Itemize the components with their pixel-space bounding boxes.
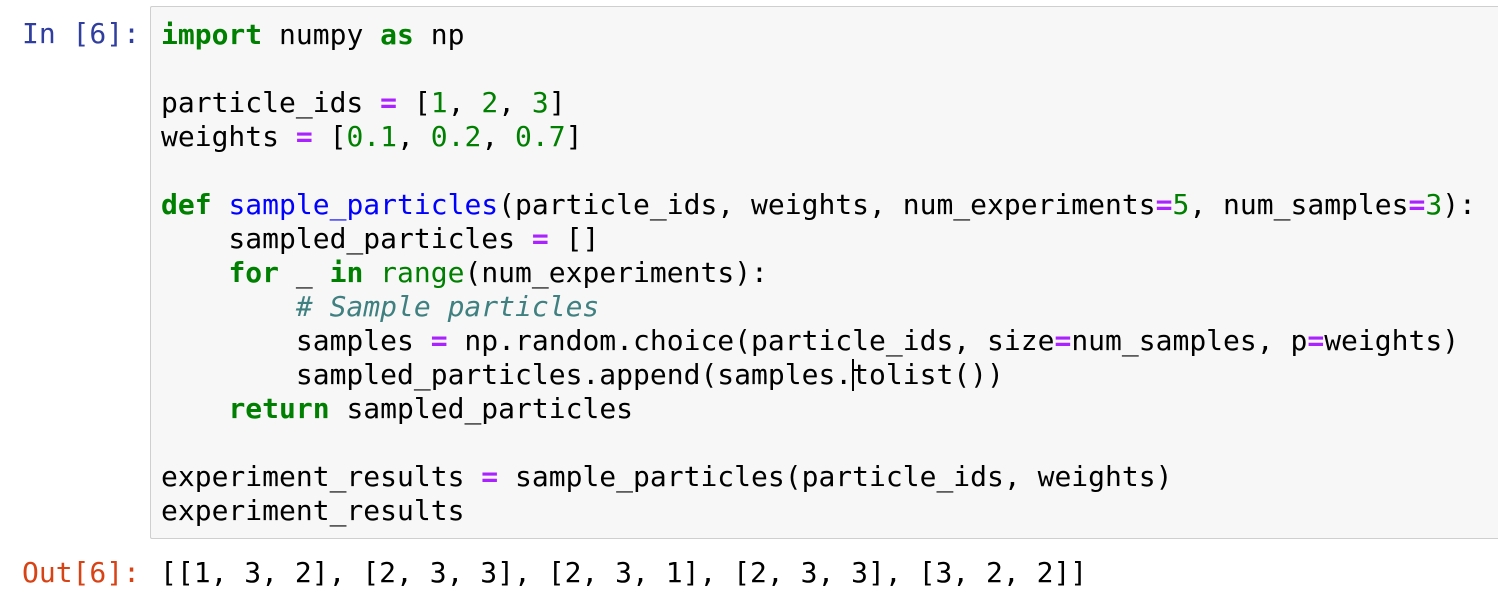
code-line: # Sample particles xyxy=(161,290,1476,324)
input-prompt: In [6]: xyxy=(21,17,140,50)
code-token: ] xyxy=(565,120,583,153)
operator-token: = xyxy=(1054,324,1072,357)
code-token: num_samples, p xyxy=(1071,324,1308,357)
code-token: np.random.choice(particle_ids, size xyxy=(447,324,1055,357)
operator-token: = xyxy=(1408,188,1426,221)
code-line: def sample_particles(particle_ids, weigh… xyxy=(161,188,1476,222)
code-line: import numpy as np xyxy=(161,18,1476,52)
operator-token: = xyxy=(430,324,448,357)
number-token: 0.1 xyxy=(346,120,398,153)
code-token: [ xyxy=(312,120,347,153)
keyword-token: return xyxy=(228,392,330,425)
code-line: for _ in range(num_experiments): xyxy=(161,256,1476,290)
number-token: 3 xyxy=(531,86,549,119)
code-line: sampled_particles.append(samples.tolist(… xyxy=(161,358,1476,392)
code-token: sampled_particles.append(samples. xyxy=(161,358,853,391)
number-token: 3 xyxy=(1425,188,1443,221)
code-token: [ xyxy=(397,86,431,119)
code-token: experiment_results xyxy=(161,494,465,527)
operator-token: = xyxy=(295,120,313,153)
code-line: weights = [0.1, 0.2, 0.7] xyxy=(161,120,1476,154)
number-token: 0.7 xyxy=(515,120,566,153)
output-text: [[1, 3, 2], [2, 3, 3], [2, 3, 1], [2, 3,… xyxy=(160,556,1088,589)
notebook-code-cell: In [6]: import numpy as np particle_ids =… xyxy=(0,0,1498,610)
code-token: numpy xyxy=(262,18,381,51)
number-token: 0.2 xyxy=(430,120,482,153)
code-token: weights) xyxy=(1324,324,1460,357)
number-token: 2 xyxy=(481,86,499,119)
code-token: sampled_particles xyxy=(329,392,634,425)
code-token: np xyxy=(413,18,465,51)
code-token: samples xyxy=(161,324,431,357)
code-line: particle_ids = [1, 2, 3] xyxy=(161,86,1476,120)
code-line: sampled_particles = [] xyxy=(161,222,1476,256)
code-text[interactable]: import numpy as np particle_ids = [1, 2, … xyxy=(161,18,1476,528)
operator-token: = xyxy=(531,222,549,255)
code-line: experiment_results = sample_particles(pa… xyxy=(161,460,1476,494)
keyword-token: import xyxy=(161,18,263,51)
code-editor[interactable]: import numpy as np particle_ids = [1, 2, … xyxy=(150,6,1498,539)
output-prompt: Out[6]: xyxy=(21,556,140,589)
operator-token: = xyxy=(481,460,499,493)
code-token: _ xyxy=(279,256,330,289)
code-token: tolist()) xyxy=(852,358,1004,391)
builtin-token: range xyxy=(380,256,465,289)
code-line: experiment_results xyxy=(161,494,1476,528)
code-token: sampled_particles xyxy=(161,222,532,255)
keyword-token: as xyxy=(380,18,414,51)
number-token: 5 xyxy=(1172,188,1190,221)
code-token: (particle_ids, weights, num_experiments xyxy=(498,188,1156,221)
code-token: ] xyxy=(548,86,566,119)
operator-token: = xyxy=(1155,188,1173,221)
code-token: , num_samples xyxy=(1189,188,1409,221)
code-token: ): xyxy=(1442,188,1476,221)
number-token: 1 xyxy=(430,86,448,119)
code-token: , xyxy=(481,120,516,153)
operator-token: = xyxy=(1307,324,1325,357)
code-token: particle_ids xyxy=(161,86,381,119)
comment-token: # Sample particles xyxy=(295,290,600,323)
code-token: [] xyxy=(548,222,600,255)
code-token: , xyxy=(447,86,482,119)
function-name-token: sample_particles xyxy=(228,188,499,221)
code-token: , xyxy=(498,86,532,119)
code-token: weights xyxy=(161,120,296,153)
code-token: (num_experiments): xyxy=(464,256,768,289)
keyword-token: def xyxy=(161,188,212,221)
code-token: experiment_results xyxy=(161,460,482,493)
code-line: return sampled_particles xyxy=(161,392,1476,426)
code-token: , xyxy=(397,120,431,153)
operator-token: = xyxy=(380,86,398,119)
code-line: samples = np.random.choice(particle_ids,… xyxy=(161,324,1476,358)
keyword-token: for xyxy=(228,256,280,289)
code-token: sample_particles(particle_ids, weights) xyxy=(498,460,1173,493)
keyword-token: in xyxy=(329,256,364,289)
